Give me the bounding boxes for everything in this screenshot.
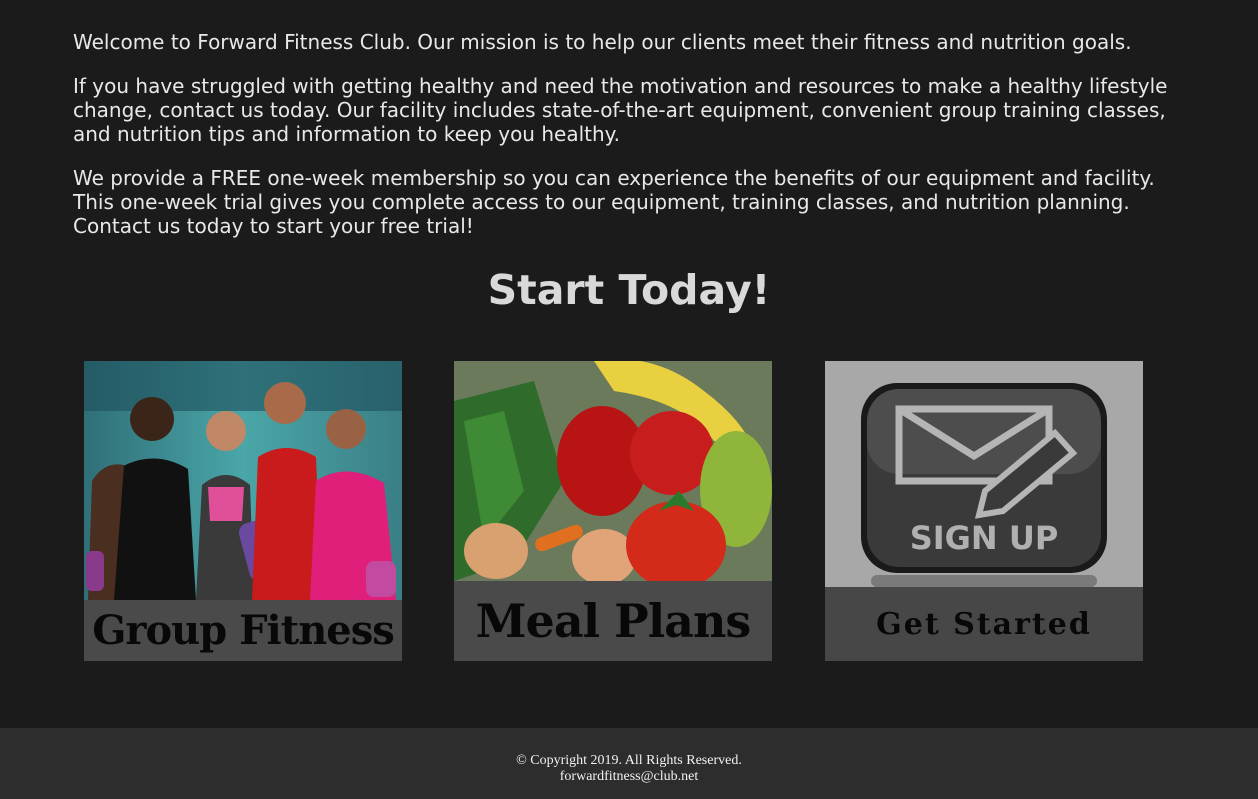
meal-plans-photo xyxy=(454,361,772,581)
footer-email: forwardfitness@club.net xyxy=(559,769,699,784)
footer-copyright: © Copyright 2019. All Rights Reserved. xyxy=(516,753,742,768)
card-caption-meal-plans: Meal Plans xyxy=(454,581,772,661)
intro-paragraph-facility: If you have struggled with getting healt… xyxy=(73,74,1168,146)
card-caption-group-fitness: Group Fitness xyxy=(84,600,402,661)
get-started-link[interactable]: SIGN UP Get Started xyxy=(825,361,1143,661)
intro-section: Welcome to Forward Fitness Club. Our mis… xyxy=(73,30,1193,258)
meal-plans-link[interactable]: Meal Plans xyxy=(454,361,772,661)
start-today-heading: Start Today! xyxy=(487,266,771,314)
page-footer: © Copyright 2019. All Rights Reserved. f… xyxy=(0,728,1258,799)
sign-up-icon: SIGN UP xyxy=(825,361,1143,587)
group-fitness-photo xyxy=(84,361,402,600)
sign-up-badge-text: SIGN UP xyxy=(910,519,1059,557)
intro-paragraph-welcome: Welcome to Forward Fitness Club. Our mis… xyxy=(73,30,1132,54)
intro-paragraph-trial: We provide a FREE one-week membership so… xyxy=(73,166,1155,238)
card-caption-get-started: Get Started xyxy=(825,587,1143,661)
group-fitness-link[interactable]: Group Fitness xyxy=(84,361,402,661)
